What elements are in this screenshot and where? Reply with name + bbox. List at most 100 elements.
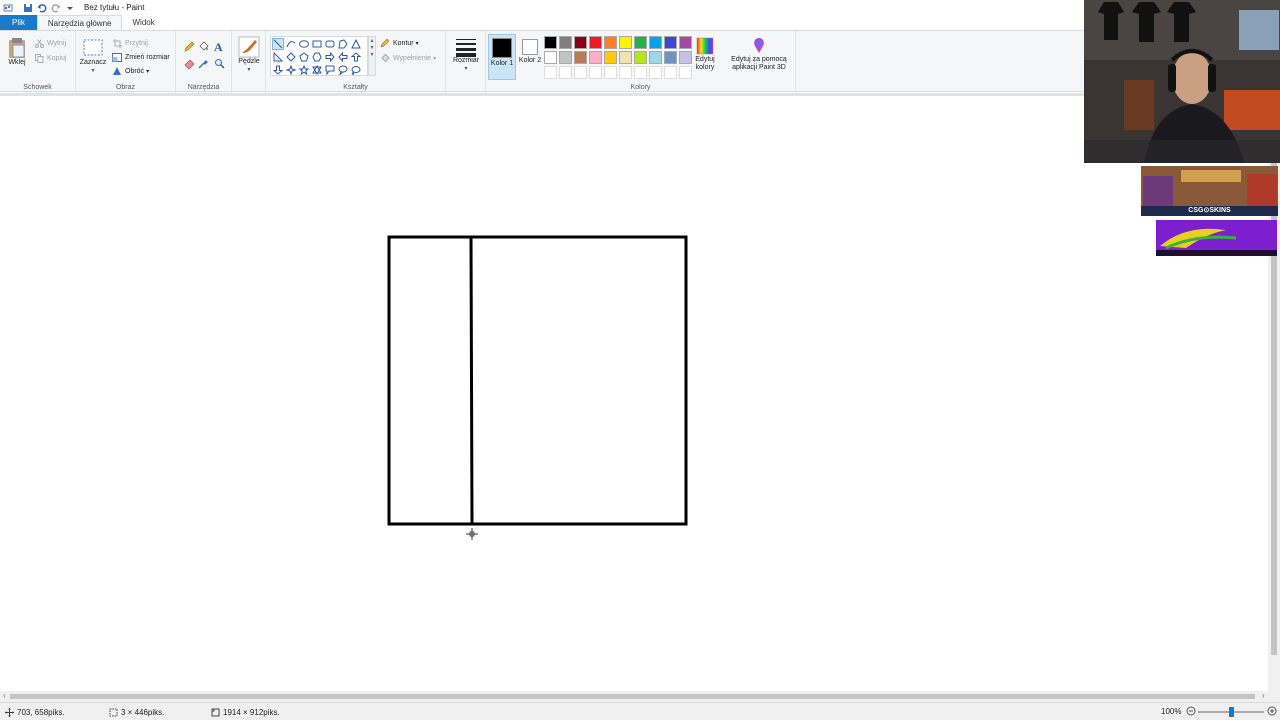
horizontal-scroll-thumb[interactable] (10, 694, 1255, 699)
fill-bucket-icon[interactable] (198, 41, 209, 54)
custom-color-slot[interactable] (634, 66, 647, 79)
scroll-right-icon[interactable]: › (1262, 691, 1265, 700)
oval-callout-shape-icon[interactable] (337, 64, 349, 76)
sponsor-banner-1: CSG⊙SKINS (1141, 166, 1278, 216)
colors-group-label: Kolory (630, 84, 651, 91)
select-dropdown-icon: ▾ (91, 68, 95, 74)
copy-button[interactable]: Kopiuj (34, 53, 66, 63)
line-shape-icon[interactable] (272, 38, 284, 50)
four-point-star-shape-icon[interactable] (285, 64, 297, 76)
pentagon-shape-icon[interactable] (298, 51, 310, 63)
paste-button[interactable]: Wklej (4, 37, 30, 67)
undo-icon[interactable] (36, 2, 48, 14)
palette-swatch[interactable] (559, 51, 572, 64)
customize-quick-access-icon[interactable] (64, 2, 76, 14)
tab-file[interactable]: Plik (0, 15, 37, 30)
color1-button[interactable]: Kolor 1 (488, 34, 516, 80)
arrow-down-shape-icon[interactable] (272, 64, 284, 76)
rect-callout-shape-icon[interactable] (324, 64, 336, 76)
five-point-star-shape-icon[interactable] (298, 64, 310, 76)
triangle-shape-icon[interactable] (350, 38, 362, 50)
palette-swatch[interactable] (589, 51, 602, 64)
cursor-position-text: 703, 658piks. (17, 707, 65, 717)
outline-pen-icon (380, 38, 390, 48)
cursor-position-status: 703, 658piks. (4, 707, 65, 717)
redo-icon[interactable] (50, 2, 62, 14)
six-point-star-shape-icon[interactable] (311, 64, 323, 76)
palette-swatch[interactable] (559, 36, 572, 49)
custom-color-slot[interactable] (664, 66, 677, 79)
zoom-out-icon[interactable] (1186, 706, 1196, 718)
text-tool-icon[interactable]: A (214, 40, 223, 55)
paint3d-button[interactable]: Edytuj za pomocą aplikacji Paint 3D (726, 36, 792, 72)
magnifier-icon[interactable] (214, 58, 225, 71)
color2-button[interactable]: Kolor 2 (516, 37, 544, 81)
palette-swatch[interactable] (619, 51, 632, 64)
hexagon-shape-icon[interactable] (311, 51, 323, 63)
color-wheel-icon (696, 37, 714, 55)
palette-swatch[interactable] (634, 36, 647, 49)
drawing-canvas[interactable] (0, 93, 1270, 691)
custom-color-slot[interactable] (619, 66, 632, 79)
zoom-in-icon[interactable] (1267, 706, 1277, 718)
eraser-icon[interactable] (184, 58, 195, 71)
scroll-left-icon[interactable]: ‹ (3, 691, 6, 700)
palette-swatch[interactable] (544, 36, 557, 49)
save-icon[interactable] (22, 2, 34, 14)
webcam-overlay (1084, 0, 1280, 163)
palette-swatch[interactable] (619, 36, 632, 49)
custom-color-slot[interactable] (559, 66, 572, 79)
tab-view[interactable]: Widok (122, 15, 164, 30)
window-title: Bez tytułu - Paint (84, 3, 145, 12)
rotate-label: Obróć (125, 67, 145, 75)
palette-swatch[interactable] (634, 51, 647, 64)
select-button[interactable]: Zaznacz ▾ (78, 37, 108, 75)
rounded-rectangle-shape-icon[interactable] (324, 38, 336, 50)
scroll-up-icon[interactable]: ▴ (369, 37, 375, 44)
palette-swatch[interactable] (649, 51, 662, 64)
brushes-label: Pędzle (238, 58, 260, 65)
tab-home[interactable]: Narzędzia główne (36, 15, 123, 30)
scroll-down-icon[interactable]: ▾ (369, 44, 375, 51)
custom-color-slot[interactable] (589, 66, 602, 79)
arrow-up-shape-icon[interactable] (350, 51, 362, 63)
custom-color-slot[interactable] (574, 66, 587, 79)
custom-color-slot[interactable] (544, 66, 557, 79)
resize-button[interactable]: Zmień rozmiar (112, 52, 170, 62)
custom-color-slot[interactable] (649, 66, 662, 79)
paint-app-icon (2, 2, 14, 14)
curve-shape-icon[interactable] (285, 38, 297, 50)
more-shapes-icon[interactable]: ▾ (369, 51, 375, 58)
palette-swatch[interactable] (604, 36, 617, 49)
shapes-gallery-scroll[interactable]: ▴ ▾ ▾ (368, 36, 376, 76)
outline-button[interactable]: Kontur ▾ (380, 38, 419, 48)
right-triangle-shape-icon[interactable] (272, 51, 284, 63)
zoom-slider-thumb[interactable] (1229, 707, 1234, 717)
fill-button[interactable]: Wypełnienie ▾ (380, 53, 436, 63)
brushes-button[interactable]: Pędzle ▾ (235, 36, 263, 74)
custom-color-slot[interactable] (604, 66, 617, 79)
pencil-icon[interactable] (184, 41, 195, 54)
palette-swatch[interactable] (604, 51, 617, 64)
palette-swatch[interactable] (664, 51, 677, 64)
oval-shape-icon[interactable] (298, 38, 310, 50)
color-picker-icon[interactable] (198, 58, 209, 71)
edit-colors-button[interactable]: Edytuj kolory (690, 36, 720, 72)
palette-swatch[interactable] (589, 36, 602, 49)
rectangle-shape-icon[interactable] (311, 38, 323, 50)
arrow-right-shape-icon[interactable] (324, 51, 336, 63)
crop-button[interactable]: Przytnij (112, 38, 148, 48)
diamond-shape-icon[interactable] (285, 51, 297, 63)
rotate-button[interactable]: Obróć ▾ (112, 66, 149, 76)
palette-swatch[interactable] (574, 36, 587, 49)
palette-swatch[interactable] (574, 51, 587, 64)
palette-swatch[interactable] (544, 51, 557, 64)
polygon-shape-icon[interactable] (337, 38, 349, 50)
palette-swatch[interactable] (664, 36, 677, 49)
size-button[interactable]: Rozmiar ▾ (450, 37, 482, 73)
palette-swatch[interactable] (649, 36, 662, 49)
cut-button[interactable]: Wytnij (34, 38, 66, 48)
cloud-callout-shape-icon[interactable] (350, 64, 362, 76)
horizontal-scrollbar[interactable]: ‹ › (0, 691, 1280, 702)
arrow-left-shape-icon[interactable] (337, 51, 349, 63)
